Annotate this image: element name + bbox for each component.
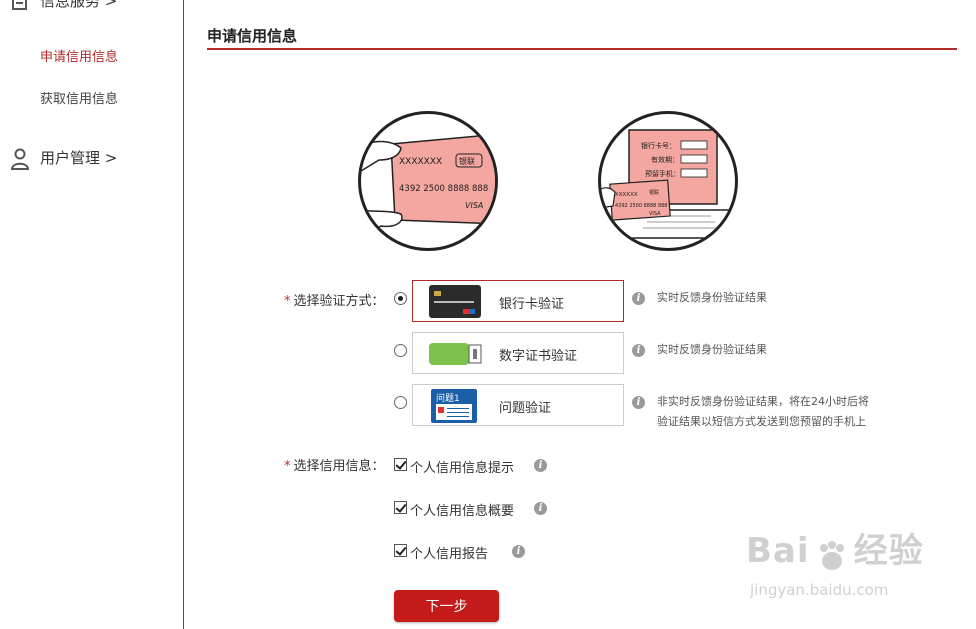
verify-method-label: * 选择验证方式：	[284, 290, 385, 309]
sidebar-section-user-label: 用户管理 >	[40, 149, 118, 167]
next-step-button[interactable]: 下一步	[394, 590, 499, 622]
required-mark: *	[284, 459, 291, 474]
credit-info-label-text: 选择信用信息：	[293, 459, 385, 474]
card-brand-text: 银联	[459, 156, 475, 166]
bank-card-illustration: XXXXXXX 银联 4392 2500 8888 888 VISA	[358, 111, 498, 251]
watermark-suffix: 经验	[853, 531, 924, 571]
card-number-text: 4392 2500 8888 888	[399, 184, 488, 194]
info-icon[interactable]: i	[534, 502, 547, 515]
watermark-url: jingyan.baidu.com	[750, 581, 889, 599]
question-card-icon: 问题1	[431, 389, 477, 423]
sidebar-item-apply-credit[interactable]: 申请信用信息	[40, 46, 118, 65]
option-bank-card-info: 实时反馈身份验证结果	[657, 291, 767, 304]
credit-report-label: 个人信用报告	[410, 547, 489, 562]
option-question-info: 非实时反馈身份验证结果，将在24小时后将 验证结果以短信方式发送到您预留的手机上	[657, 392, 869, 432]
option-bank-card-label: 银行卡验证	[499, 297, 565, 312]
required-mark: *	[284, 294, 291, 309]
radio-bank-card[interactable]	[394, 292, 407, 305]
question-card-text: 问题1	[436, 394, 460, 404]
card-network-text: VISA	[465, 201, 483, 210]
usb-key-icon	[429, 343, 483, 369]
document-icon	[10, 0, 30, 11]
laptop-field-expiry: 有效期：	[651, 155, 679, 164]
info-icon[interactable]: i	[632, 344, 645, 357]
watermark-main: Bai	[746, 531, 810, 571]
option-question-info-line1: 非实时反馈身份验证结果，将在24小时后将	[657, 395, 869, 408]
sidebar-item-get-credit[interactable]: 获取信用信息	[40, 88, 118, 107]
paw-icon	[815, 539, 849, 577]
checkbox-credit-hint[interactable]	[394, 458, 407, 471]
sidebar-section-info[interactable]: 信息服务 >	[10, 0, 117, 11]
info-icon[interactable]: i	[512, 545, 525, 558]
laptop-card-brand: 银联	[649, 189, 659, 196]
info-icon[interactable]: i	[632, 396, 645, 409]
radio-question[interactable]	[394, 396, 407, 409]
checkbox-credit-summary[interactable]	[394, 501, 407, 514]
card-name-text: XXXXXXX	[399, 157, 442, 167]
option-digital-cert-label: 数字证书验证	[499, 349, 578, 364]
option-digital-cert[interactable]: 数字证书验证	[412, 332, 624, 374]
option-digital-cert-info: 实时反馈身份验证结果	[657, 343, 767, 356]
verify-method-label-text: 选择验证方式：	[293, 294, 385, 309]
credit-info-label: * 选择信用信息：	[284, 455, 385, 474]
option-question-info-line2: 验证结果以短信方式发送到您预留的手机上	[657, 415, 866, 428]
title-divider	[207, 48, 957, 50]
option-question[interactable]: 问题1 问题验证	[412, 384, 624, 426]
checkbox-credit-report[interactable]	[394, 544, 407, 557]
info-icon[interactable]: i	[534, 459, 547, 472]
laptop-card-network: VISA	[649, 211, 661, 217]
sidebar-section-user[interactable]: 用户管理 >	[10, 147, 118, 170]
info-icon[interactable]: i	[632, 292, 645, 305]
page-title: 申请信用信息	[207, 27, 298, 45]
sidebar-section-info-label: 信息服务 >	[40, 0, 118, 10]
bank-card-icon	[429, 285, 481, 322]
credit-summary-label: 个人信用信息概要	[410, 504, 515, 519]
laptop-field-phone: 预留手机：	[645, 169, 680, 178]
radio-digital-cert[interactable]	[394, 344, 407, 357]
laptop-card-name: XXXXXX	[615, 192, 638, 198]
option-question-label: 问题验证	[499, 401, 552, 416]
laptop-field-card: 银行卡号：	[641, 141, 676, 150]
laptop-card-number: 4392 2500 8888 888	[615, 203, 668, 209]
credit-hint-label: 个人信用信息提示	[410, 461, 515, 476]
sidebar: 信息服务 > 申请信用信息 获取信用信息 用户管理 >	[0, 0, 184, 629]
laptop-illustration: 银行卡号： 有效期： 预留手机： XXXXXX 银联 4392 2500 888…	[598, 111, 738, 251]
baidu-jingyan-watermark: Bai 经验 jingyan.baidu.com	[746, 523, 924, 599]
user-icon	[10, 148, 30, 170]
option-bank-card[interactable]: 银行卡验证	[412, 280, 624, 322]
